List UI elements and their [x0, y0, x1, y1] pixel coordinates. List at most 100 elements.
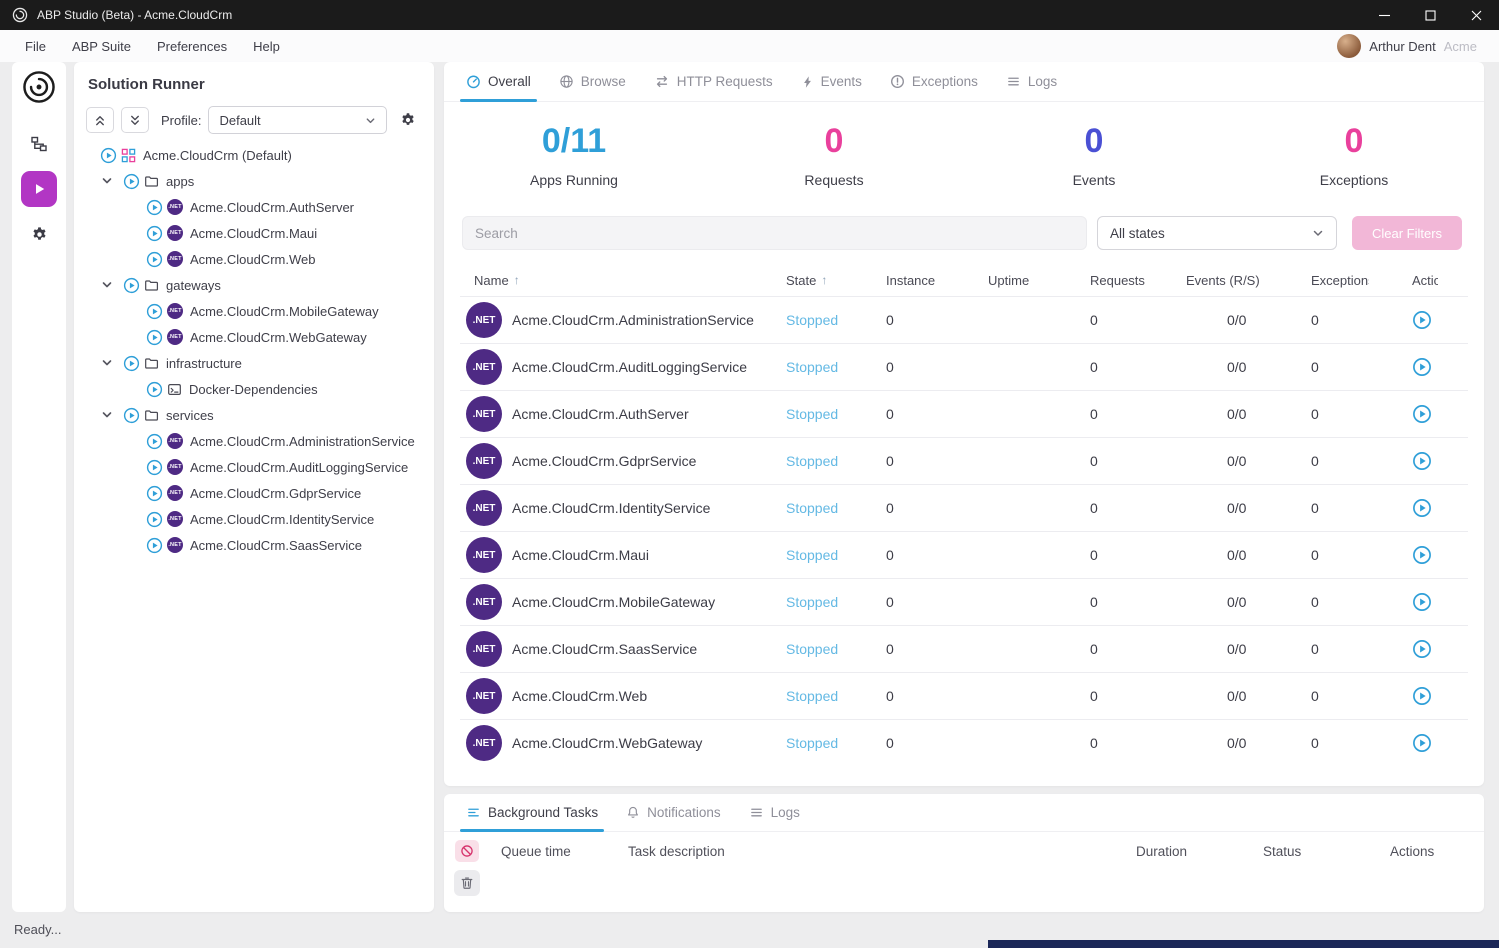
start-app-button[interactable] [1412, 451, 1432, 471]
tab[interactable]: Events [787, 62, 876, 101]
start-app-button[interactable] [1412, 310, 1432, 330]
solution-explorer-button[interactable] [21, 126, 57, 162]
start-app-button[interactable] [1412, 592, 1432, 612]
column-header[interactable]: State ↑ [786, 273, 886, 288]
table-row[interactable]: .NET Acme.CloudCrm.AuditLoggingService S… [460, 343, 1468, 390]
tab[interactable]: Background Tasks [452, 794, 612, 831]
clear-tasks-button[interactable] [454, 870, 480, 896]
dotnet-badge: .NET [167, 459, 183, 475]
table-row[interactable]: .NET Acme.CloudCrm.MobileGateway Stopped… [460, 578, 1468, 625]
tab[interactable]: Logs [735, 794, 814, 831]
tree-item[interactable]: .NET Acme.CloudCrm.Maui [74, 220, 434, 246]
menu-item[interactable]: Help [240, 39, 293, 54]
settings-button[interactable] [21, 216, 57, 252]
play-circle-icon[interactable] [146, 381, 163, 398]
play-circle-icon[interactable] [123, 173, 140, 190]
column-header[interactable]: Actions [1412, 273, 1468, 288]
menu-item[interactable]: File [12, 39, 59, 54]
stat: 0 Exceptions [1224, 122, 1484, 188]
panel-title: Solution Runner [74, 62, 434, 93]
menu-item[interactable]: ABP Suite [59, 39, 144, 54]
tree-item[interactable]: .NET Acme.CloudCrm.AuthServer [74, 194, 434, 220]
state-filter-select[interactable]: All states [1097, 216, 1337, 250]
play-circle-icon[interactable] [100, 147, 117, 164]
column-header[interactable]: Name ↑ [460, 273, 786, 288]
play-circle-icon[interactable] [146, 485, 163, 502]
table-row[interactable]: .NET Acme.CloudCrm.IdentityService Stopp… [460, 484, 1468, 531]
play-circle-icon[interactable] [146, 303, 163, 320]
column-header[interactable]: Requests [1090, 273, 1186, 288]
tab[interactable]: Logs [992, 62, 1071, 101]
tree-item[interactable]: .NET Acme.CloudCrm.GdprService [74, 480, 434, 506]
chevron-down-icon[interactable] [100, 409, 114, 421]
tab[interactable]: Overall [452, 62, 545, 101]
table-row[interactable]: .NET Acme.CloudCrm.SaasService Stopped 0… [460, 625, 1468, 672]
minimize-button[interactable] [1361, 0, 1407, 30]
start-app-button[interactable] [1412, 404, 1432, 424]
tree-item[interactable]: .NET Acme.CloudCrm.WebGateway [74, 324, 434, 350]
tree-item[interactable]: .NET infrastructure [74, 350, 434, 376]
table-row[interactable]: .NET Acme.CloudCrm.Web Stopped 0 0 0/0 0 [460, 672, 1468, 719]
dotnet-badge: .NET [167, 537, 183, 553]
tree-item[interactable]: .NET Acme.CloudCrm.AuditLoggingService [74, 454, 434, 480]
table-row[interactable]: .NET Acme.CloudCrm.Maui Stopped 0 0 0/0 … [460, 531, 1468, 578]
column-header[interactable]: Exceptions [1311, 273, 1412, 288]
tree-item[interactable]: .NET Acme.CloudCrm.MobileGateway [74, 298, 434, 324]
tree-item[interactable]: .NET Acme.CloudCrm.AdministrationService [74, 428, 434, 454]
start-app-button[interactable] [1412, 733, 1432, 753]
close-button[interactable] [1453, 0, 1499, 30]
start-app-button[interactable] [1412, 357, 1432, 377]
play-circle-icon[interactable] [146, 459, 163, 476]
chevron-down-icon[interactable] [100, 279, 114, 291]
play-circle-icon[interactable] [146, 433, 163, 450]
tab[interactable]: Exceptions [876, 62, 992, 101]
tree-item[interactable]: .NET gateways [74, 272, 434, 298]
play-circle-icon[interactable] [123, 407, 140, 424]
maximize-button[interactable] [1407, 0, 1453, 30]
clear-filters-button[interactable]: Clear Filters [1352, 216, 1462, 250]
expand-all-button[interactable] [121, 107, 149, 133]
collapse-all-button[interactable] [86, 107, 114, 133]
chevron-down-icon[interactable] [100, 175, 114, 187]
instance-cell: 0 [886, 312, 988, 328]
tab[interactable]: HTTP Requests [640, 62, 787, 101]
solution-runner-button[interactable] [21, 171, 57, 207]
tree-item[interactable]: .NET Docker-Dependencies [74, 376, 434, 402]
start-app-button[interactable] [1412, 686, 1432, 706]
profile-select[interactable]: Default [208, 106, 387, 134]
column-header[interactable]: Uptime [988, 273, 1090, 288]
runner-settings-button[interactable] [394, 106, 422, 134]
start-app-button[interactable] [1412, 639, 1432, 659]
play-circle-icon[interactable] [123, 355, 140, 372]
tree-item[interactable]: .NET services [74, 402, 434, 428]
column-header[interactable]: Instance [886, 273, 988, 288]
play-circle-icon[interactable] [146, 329, 163, 346]
menu-item[interactable]: Preferences [144, 39, 240, 54]
search-input[interactable] [462, 216, 1087, 250]
tree-item[interactable]: .NET Acme.CloudCrm (Default) [74, 142, 434, 168]
user-name: Arthur Dent [1369, 39, 1435, 54]
tree-item[interactable]: .NET apps [74, 168, 434, 194]
play-circle-icon[interactable] [146, 537, 163, 554]
chevron-down-icon[interactable] [100, 357, 114, 369]
exceptions-cell: 0 [1311, 735, 1412, 751]
tree-item[interactable]: .NET Acme.CloudCrm.SaasService [74, 532, 434, 558]
user-block[interactable]: Arthur Dent Acme [1337, 34, 1499, 58]
play-circle-icon[interactable] [123, 277, 140, 294]
column-header[interactable]: Events (R/S) [1186, 273, 1311, 288]
play-circle-icon[interactable] [146, 225, 163, 242]
tab[interactable]: Browse [545, 62, 640, 101]
play-circle-icon[interactable] [146, 199, 163, 216]
start-app-button[interactable] [1412, 498, 1432, 518]
tree-item[interactable]: .NET Acme.CloudCrm.Web [74, 246, 434, 272]
play-circle-icon[interactable] [146, 511, 163, 528]
table-row[interactable]: .NET Acme.CloudCrm.WebGateway Stopped 0 … [460, 719, 1468, 766]
tree-item[interactable]: .NET Acme.CloudCrm.IdentityService [74, 506, 434, 532]
tab[interactable]: Notifications [612, 794, 735, 831]
table-row[interactable]: .NET Acme.CloudCrm.GdprService Stopped 0… [460, 437, 1468, 484]
table-row[interactable]: .NET Acme.CloudCrm.AuthServer Stopped 0 … [460, 390, 1468, 437]
table-row[interactable]: .NET Acme.CloudCrm.AdministrationService… [460, 296, 1468, 343]
play-circle-icon[interactable] [146, 251, 163, 268]
cancel-task-button[interactable] [455, 840, 479, 862]
start-app-button[interactable] [1412, 545, 1432, 565]
